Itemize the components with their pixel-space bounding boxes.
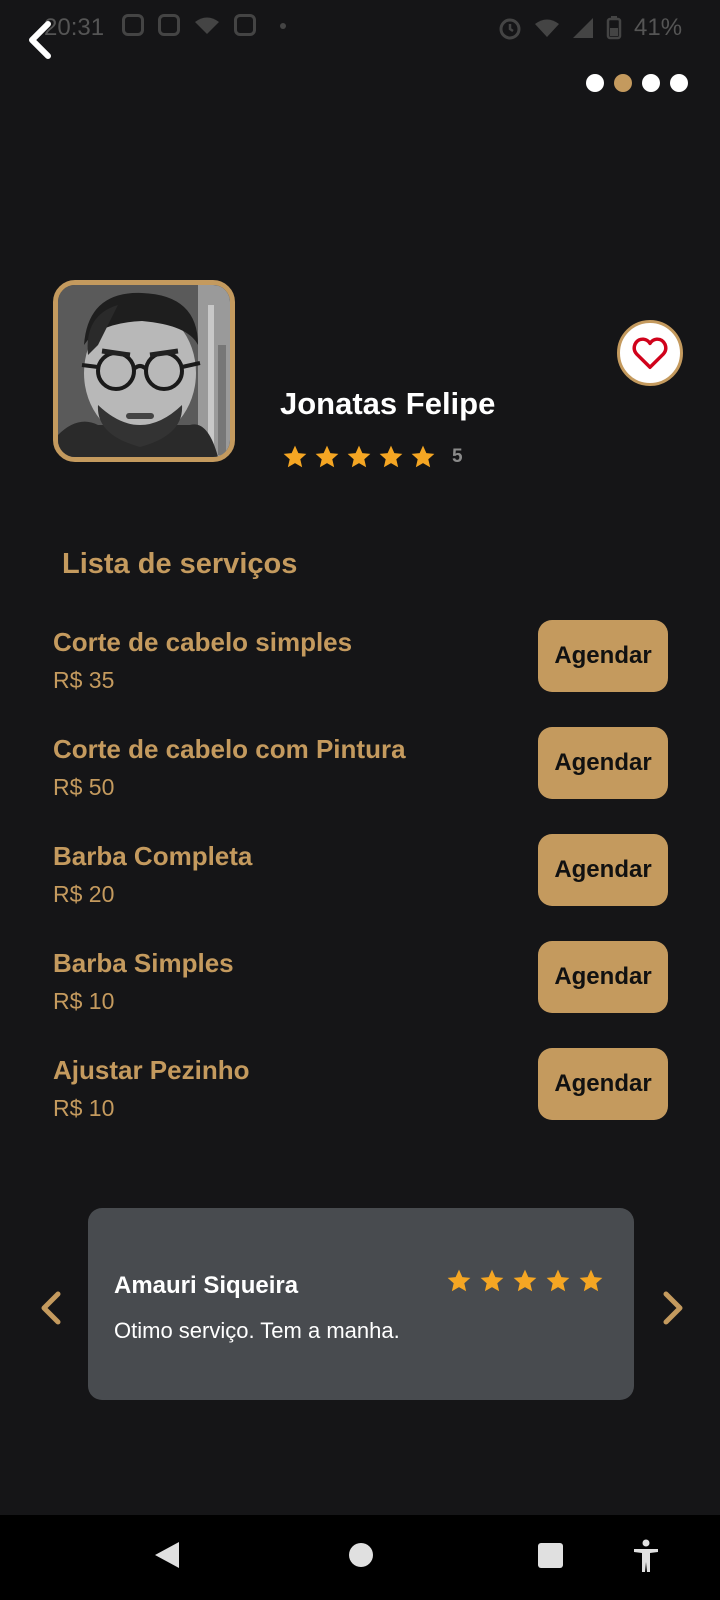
- service-item: Ajustar Pezinho R$ 10 Agendar: [53, 1048, 668, 1127]
- rating-value: 5: [452, 446, 463, 467]
- service-name: Corte de cabelo com Pintura: [53, 734, 406, 764]
- service-item: Barba Completa R$ 20 Agendar: [53, 834, 668, 913]
- schedule-button[interactable]: Agendar: [538, 727, 668, 799]
- status-bar: 20:31 41%: [0, 0, 720, 56]
- star-icon: [579, 1269, 603, 1292]
- review-prev-button[interactable]: [36, 1290, 66, 1326]
- signal-icon: [573, 18, 593, 38]
- service-price: R$ 50: [53, 774, 115, 800]
- service-name: Ajustar Pezinho: [53, 1055, 250, 1085]
- barber-name: Jonatas Felipe: [280, 386, 496, 421]
- schedule-button[interactable]: Agendar: [538, 834, 668, 906]
- more-notifications-icon: [280, 23, 286, 29]
- service-name: Barba Completa: [53, 841, 253, 871]
- alarm-icon: [499, 18, 521, 40]
- service-item: Corte de cabelo simples R$ 35 Agendar: [53, 620, 668, 699]
- services-title: Lista de serviços: [62, 548, 298, 580]
- barber-rating: 5: [282, 444, 463, 470]
- service-item: Barba Simples R$ 10 Agendar: [53, 941, 668, 1020]
- service-name: Corte de cabelo simples: [53, 627, 353, 657]
- star-icon: [379, 445, 403, 468]
- heart-icon: [632, 337, 668, 369]
- review-author: Amauri Siqueira: [114, 1272, 299, 1299]
- square-recents-icon[interactable]: [537, 1542, 564, 1569]
- review-next-button[interactable]: [658, 1290, 688, 1326]
- star-icon: [546, 1269, 570, 1292]
- favorite-button[interactable]: [617, 320, 683, 386]
- pager-dot[interactable]: [642, 74, 660, 92]
- wifi-icon: [535, 19, 559, 37]
- barber-avatar: [53, 280, 235, 462]
- service-name: Barba Simples: [53, 948, 234, 978]
- instagram-icon: [158, 14, 180, 36]
- system-icons: 41%: [498, 14, 682, 42]
- instagram-icon: [122, 14, 144, 36]
- review-card: Amauri Siqueira Otimo serviço. Tem a man…: [88, 1208, 634, 1400]
- schedule-button[interactable]: Agendar: [538, 620, 668, 692]
- star-icon: [347, 445, 371, 468]
- star-icon: [447, 1269, 471, 1292]
- service-item: Corte de cabelo com Pintura R$ 50 Agenda…: [53, 727, 668, 806]
- barber-photo: [58, 285, 230, 457]
- accessibility-icon[interactable]: [632, 1539, 660, 1573]
- star-icon: [411, 445, 435, 468]
- service-price: R$ 10: [53, 988, 115, 1014]
- triangle-back-icon[interactable]: [153, 1540, 181, 1570]
- pager-dot-active[interactable]: [614, 74, 632, 92]
- photo-pager-dots: [586, 74, 688, 92]
- notification-icons: [122, 14, 286, 36]
- service-price: R$ 10: [53, 1095, 115, 1121]
- instagram-icon: [234, 14, 256, 36]
- service-price: R$ 20: [53, 881, 115, 907]
- star-icon: [480, 1269, 504, 1292]
- service-price: R$ 35: [53, 667, 115, 693]
- schedule-button[interactable]: Agendar: [538, 941, 668, 1013]
- review-text: Otimo serviço. Tem a manha.: [114, 1318, 400, 1343]
- star-icon: [283, 445, 307, 468]
- battery-percent: 41%: [634, 14, 683, 41]
- system-nav-bar: [0, 1515, 720, 1600]
- star-icon: [315, 445, 339, 468]
- star-icon: [513, 1269, 537, 1292]
- pager-dot[interactable]: [670, 74, 688, 92]
- circle-home-icon[interactable]: [347, 1541, 375, 1569]
- schedule-button[interactable]: Agendar: [538, 1048, 668, 1120]
- review-rating: [446, 1268, 604, 1294]
- pager-dot[interactable]: [586, 74, 604, 92]
- wifi-icon: [195, 17, 219, 34]
- battery-icon: [606, 16, 622, 40]
- back-button[interactable]: [22, 20, 62, 60]
